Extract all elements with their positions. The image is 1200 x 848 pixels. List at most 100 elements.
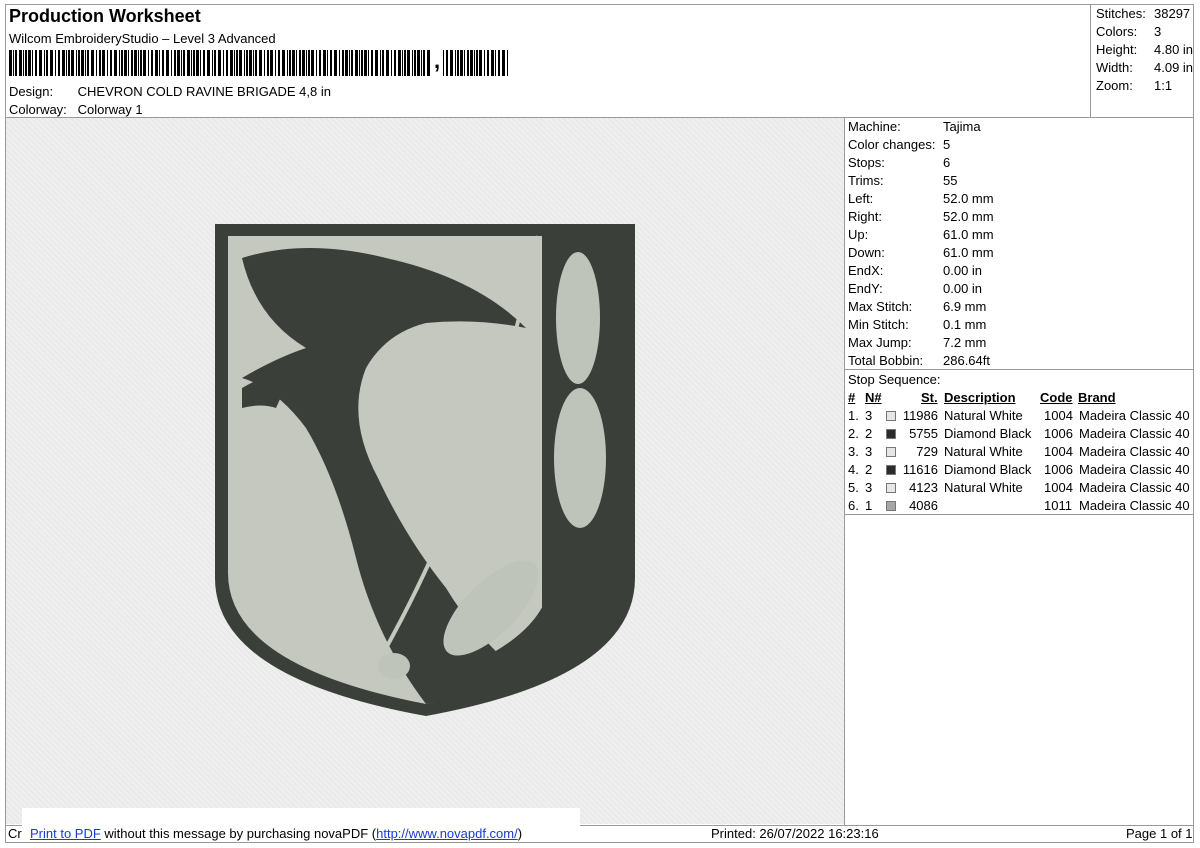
header-stitches: St.: [921, 390, 938, 405]
row-description: Natural White: [944, 408, 1023, 423]
machine-value: 52.0 mm: [943, 191, 994, 206]
novapdf-link[interactable]: http://www.novapdf.com/: [376, 826, 518, 841]
machine-row: Color changes: 5: [848, 137, 950, 152]
color-swatch: [886, 501, 896, 511]
machine-label: Machine:: [848, 119, 901, 134]
printed-date: Printed: 26/07/2022 16:23:16: [711, 826, 879, 841]
header-description: Description: [944, 390, 1016, 405]
machine-row: EndY: 0.00 in: [848, 281, 982, 296]
machine-value: 7.2 mm: [943, 335, 987, 350]
design-label: Design:: [9, 84, 54, 99]
machine-value: 0.00 in: [943, 263, 983, 278]
row-brand: Madeira Classic 40: [1079, 462, 1190, 477]
colorway-label: Colorway:: [9, 102, 67, 117]
machine-value: 6.9 mm: [943, 299, 987, 314]
promo-close: ): [517, 826, 523, 841]
machine-label: Min Stitch:: [848, 317, 909, 332]
stop-sequence-title: Stop Sequence:: [848, 372, 941, 387]
machine-row: Trims: 55: [848, 173, 957, 188]
machine-value: 5: [943, 137, 951, 152]
row-num: 2.: [848, 426, 859, 441]
promo-message: Print to PDF without this message by pur…: [30, 826, 522, 841]
machine-value: 286.64ft: [943, 353, 990, 368]
machine-row: Min Stitch: 0.1 mm: [848, 317, 986, 332]
row-needle: 3: [865, 480, 873, 495]
color-swatch: [886, 447, 896, 457]
machine-row: Total Bobbin: 286.64ft: [848, 353, 990, 368]
colorway-row: Colorway: Colorway 1: [9, 102, 143, 117]
row-description: Diamond Black: [944, 462, 1032, 477]
sequence-header: # N# St. Description Code Brand: [848, 390, 1193, 408]
header-brand: Brand: [1078, 390, 1116, 405]
row-description: Diamond Black: [944, 426, 1032, 441]
machine-label: EndY:: [848, 281, 883, 296]
machine-row: Up: 61.0 mm: [848, 227, 994, 242]
row-code: 1004: [1044, 444, 1073, 459]
color-swatch: [886, 429, 896, 439]
row-brand: Madeira Classic 40: [1079, 408, 1190, 423]
machine-row: Stops: 6: [848, 155, 950, 170]
machine-label: Trims:: [848, 173, 884, 188]
machine-label: Color changes:: [848, 137, 936, 152]
row-code: 1006: [1044, 462, 1073, 477]
machine-value: Tajima: [943, 119, 981, 134]
row-code: 1004: [1044, 480, 1073, 495]
machine-label: Max Stitch:: [848, 299, 913, 314]
machine-label: Up:: [848, 227, 869, 242]
machine-label: Total Bobbin:: [848, 353, 924, 368]
row-num: 6.: [848, 498, 859, 513]
promo-text: without this message by purchasing novaP…: [100, 826, 377, 841]
color-swatch: [886, 465, 896, 475]
row-stitches: 4123: [909, 480, 938, 495]
row-brand: Madeira Classic 40: [1079, 498, 1190, 513]
header-needle: N#: [865, 390, 882, 405]
row-needle: 3: [865, 408, 873, 423]
machine-value: 52.0 mm: [943, 209, 994, 224]
shield-emblem: [215, 224, 635, 716]
sequence-row: 6. 1 4086 1011 Madeira Classic 40: [848, 498, 1193, 516]
row-stitches: 729: [916, 444, 938, 459]
colorway-name: Colorway 1: [77, 102, 143, 117]
machine-row: Max Jump: 7.2 mm: [848, 335, 986, 350]
row-needle: 3: [865, 444, 873, 459]
print-to-pdf-link[interactable]: Print to PDF: [30, 826, 101, 841]
header-num: #: [848, 390, 856, 405]
row-description: Natural White: [944, 444, 1023, 459]
row-num: 4.: [848, 462, 859, 477]
sequence-row: 2. 2 5755 Diamond Black 1006 Madeira Classic …: [848, 426, 1193, 444]
sequence-row: 1. 3 11986 Natural White 1004 Madeira Classic…: [848, 408, 1193, 426]
row-num: 3.: [848, 444, 859, 459]
machine-label: Right:: [848, 209, 882, 224]
footer-fragment: Cr: [8, 826, 22, 841]
machine-row: Left: 52.0 mm: [848, 191, 994, 206]
machine-label: Down:: [848, 245, 885, 260]
machine-row: Down: 61.0 mm: [848, 245, 994, 260]
row-stitches: 11986: [902, 408, 938, 423]
stat-height: Height: 4.80 in: [1096, 42, 1194, 57]
row-description: Natural White: [944, 480, 1023, 495]
machine-label: EndX:: [848, 263, 884, 278]
row-needle: 2: [865, 426, 873, 441]
stat-zoom: Zoom: 1:1: [1096, 78, 1173, 93]
machine-label: Max Jump:: [848, 335, 912, 350]
row-num: 5.: [848, 480, 859, 495]
panel-divider: [844, 117, 845, 825]
sequence-row: 5. 3 4123 Natural White 1004 Madeira Classic …: [848, 480, 1193, 498]
machine-row: EndX: 0.00 in: [848, 263, 982, 278]
sequence-row: 4. 2 11616 Diamond Black 1006 Madeira Classic…: [848, 462, 1193, 480]
machine-label: Stops:: [848, 155, 885, 170]
machine-row: Right: 52.0 mm: [848, 209, 994, 224]
row-brand: Madeira Classic 40: [1079, 480, 1190, 495]
machine-divider: [844, 369, 1194, 370]
page-title: Production Worksheet: [9, 6, 201, 26]
row-stitches: 4086: [909, 498, 938, 513]
machine-row: Max Stitch: 6.9 mm: [848, 299, 986, 314]
row-code: 1004: [1044, 408, 1073, 423]
machine-label: Left:: [848, 191, 874, 206]
stat-width: Width: 4.09 in: [1096, 60, 1194, 75]
design-row: Design: CHEVRON COLD RAVINE BRIGADE 4,8 …: [9, 84, 331, 99]
machine-value: 0.00 in: [943, 281, 983, 296]
stats-box: Stitches: 38297 Colors: 3 Height: 4.80 in W…: [1090, 4, 1195, 117]
sequence-row: 3. 3 729 Natural White 1004 Madeira Classic 4…: [848, 444, 1193, 462]
machine-value: 55: [943, 173, 958, 188]
